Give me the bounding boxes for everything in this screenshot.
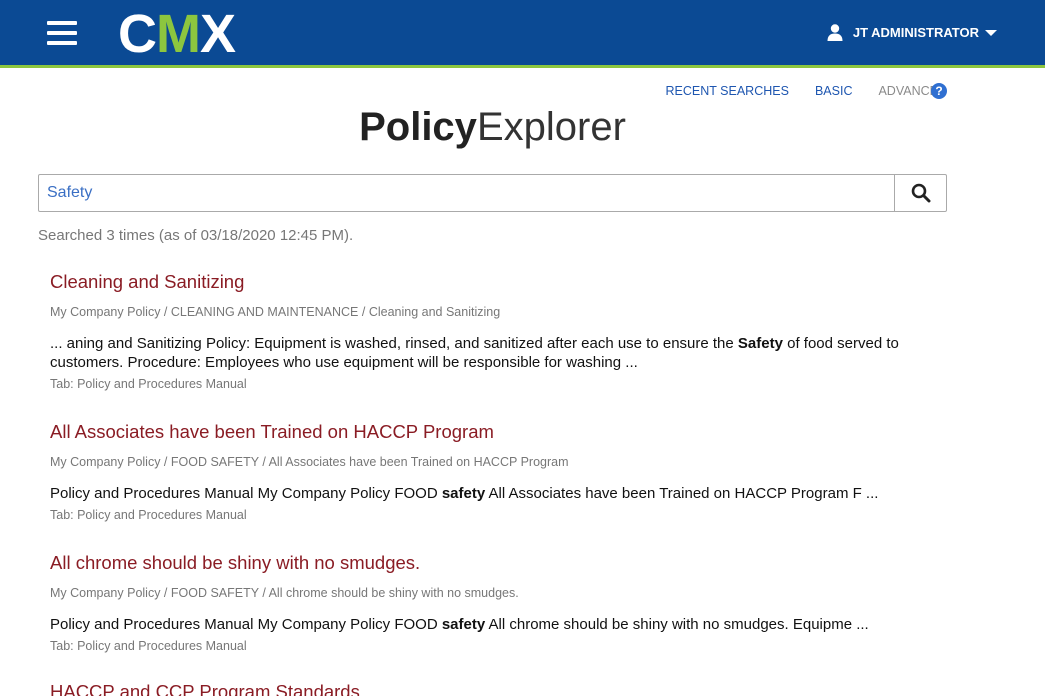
result-snippet: Policy and Procedures Manual My Company … xyxy=(50,615,940,634)
hamburger-menu-icon[interactable] xyxy=(47,21,77,47)
result-snippet: Policy and Procedures Manual My Company … xyxy=(50,484,940,503)
search-bar xyxy=(38,174,947,212)
search-icon xyxy=(911,183,930,203)
caret-down-icon xyxy=(985,29,997,36)
result-tab: Tab: Policy and Procedures Manual xyxy=(50,639,247,653)
search-button[interactable] xyxy=(894,175,946,211)
page-title-bold: Policy xyxy=(359,105,477,149)
logo-letter-c: C xyxy=(118,4,157,64)
result-tab: Tab: Policy and Procedures Manual xyxy=(50,508,247,522)
result-snippet: ... aning and Sanitizing Policy: Equipme… xyxy=(50,334,940,372)
result-title[interactable]: Cleaning and Sanitizing xyxy=(50,270,940,294)
user-menu[interactable]: JT ADMINISTRATOR xyxy=(827,24,997,41)
result-item: Cleaning and Sanitizing My Company Polic… xyxy=(50,270,940,391)
help-icon[interactable]: ? xyxy=(931,83,947,99)
user-name: JT ADMINISTRATOR xyxy=(852,25,979,40)
basic-search-link[interactable]: BASIC xyxy=(815,84,853,98)
result-item: All chrome should be shiny with no smudg… xyxy=(50,551,940,653)
page-title-light: Explorer xyxy=(476,105,626,149)
result-tab: Tab: Policy and Procedures Manual xyxy=(50,377,247,391)
logo-letter-m: M xyxy=(156,4,201,64)
result-item: All Associates have been Trained on HACC… xyxy=(50,420,940,522)
snippet-text: All chrome should be shiny with no smudg… xyxy=(485,616,869,633)
recent-searches-link[interactable]: RECENT SEARCHES xyxy=(666,84,789,98)
snippet-text: Policy and Procedures Manual My Company … xyxy=(50,485,442,502)
result-title[interactable]: All Associates have been Trained on HACC… xyxy=(50,420,940,444)
result-breadcrumb: My Company Policy / CLEANING AND MAINTEN… xyxy=(50,305,501,319)
snippet-text: Policy and Procedures Manual My Company … xyxy=(50,616,442,633)
result-breadcrumb: My Company Policy / FOOD SAFETY / All As… xyxy=(50,455,569,469)
result-title[interactable]: HACCP and CCP Program Standards xyxy=(50,680,360,696)
snippet-highlight: safety xyxy=(441,485,486,502)
search-input[interactable] xyxy=(39,175,894,211)
search-stats: Searched 3 times (as of 03/18/2020 12:45… xyxy=(38,227,354,244)
snippet-highlight: Safety xyxy=(737,335,783,352)
snippet-text: ... aning and Sanitizing Policy: Equipme… xyxy=(50,335,738,352)
user-icon xyxy=(827,24,843,41)
result-item: HACCP and CCP Program Standards xyxy=(50,680,360,696)
search-mode-links: RECENT SEARCHES BASIC ADVANCED xyxy=(640,84,947,98)
page-title: PolicyExplorer xyxy=(0,103,985,151)
result-title[interactable]: All chrome should be shiny with no smudg… xyxy=(50,551,940,575)
snippet-highlight: safety xyxy=(441,616,486,633)
snippet-text: All Associates have been Trained on HACC… xyxy=(485,485,879,502)
logo-letter-x: X xyxy=(199,4,236,64)
top-navigation-bar: CMX JT ADMINISTRATOR xyxy=(0,0,1045,68)
cmx-logo[interactable]: CMX xyxy=(118,7,236,61)
result-breadcrumb: My Company Policy / FOOD SAFETY / All ch… xyxy=(50,586,519,600)
